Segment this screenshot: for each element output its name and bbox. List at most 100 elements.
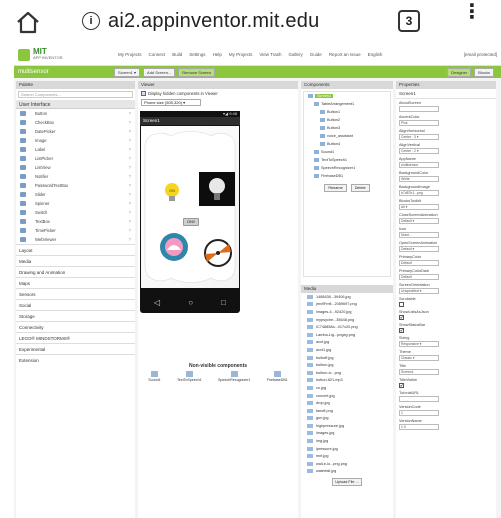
- palette-item[interactable]: TextBox?: [16, 217, 135, 226]
- component-tree-item[interactable]: Button1: [304, 108, 390, 116]
- address-bar[interactable]: i ai2.appinventor.mit.edu: [82, 4, 382, 38]
- nav-gallery[interactable]: Gallery: [289, 52, 303, 57]
- help-icon[interactable]: ?: [129, 165, 131, 170]
- mit-app-inventor-logo[interactable]: MIT APP INVENTOR: [14, 47, 118, 61]
- bulb-off-image[interactable]: [199, 172, 235, 206]
- palette-item[interactable]: Image?: [16, 136, 135, 145]
- palette-category[interactable]: Connectivity: [16, 321, 135, 332]
- nav-connect[interactable]: Connect: [149, 52, 166, 57]
- media-file[interactable]: acct1.jpg: [301, 346, 393, 354]
- property-value[interactable]: Classic ▾: [399, 355, 439, 361]
- media-file[interactable]: mnt.jpg: [301, 452, 393, 460]
- palette-category[interactable]: LEGO® MINDSTORMS®: [16, 332, 135, 343]
- palette-item[interactable]: PasswordTextBox?: [16, 181, 135, 190]
- nav-report-issue[interactable]: Report an Issue: [329, 52, 361, 57]
- property-checkbox[interactable]: [399, 302, 404, 307]
- help-icon[interactable]: ?: [129, 111, 131, 116]
- delete-button[interactable]: Delete: [350, 184, 370, 192]
- property-value[interactable]: b7d87b1...png: [399, 190, 439, 196]
- nav-settings[interactable]: Settings: [189, 52, 205, 57]
- property-value[interactable]: 1: [399, 410, 439, 416]
- nav-my-projects[interactable]: My Projects: [118, 52, 142, 57]
- media-file[interactable]: 1488438...39406.jpg: [301, 293, 393, 301]
- home-icon[interactable]: [14, 8, 42, 36]
- help-icon[interactable]: ?: [129, 237, 131, 242]
- palette-item[interactable]: Switch?: [16, 208, 135, 217]
- blocks-button[interactable]: Blocks: [474, 67, 494, 77]
- property-value[interactable]: Responsive ▾: [399, 341, 439, 347]
- upload-file-button[interactable]: Upload File ...: [332, 478, 362, 487]
- property-value[interactable]: Center : 3 ▾: [399, 134, 439, 140]
- help-icon[interactable]: ?: [129, 219, 131, 224]
- nav-language[interactable]: English: [368, 52, 383, 57]
- palette-category[interactable]: Drawing and Animation: [16, 266, 135, 277]
- property-value[interactable]: 1.0: [399, 424, 439, 430]
- palette-item[interactable]: ListPicker?: [16, 154, 135, 163]
- palette-category[interactable]: Layout: [16, 244, 135, 255]
- component-tree-item[interactable]: Button4: [304, 140, 390, 148]
- palette-item[interactable]: Label?: [16, 145, 135, 154]
- media-file[interactable]: Lamba-Lig...pngeg.png: [301, 331, 393, 339]
- media-file[interactable]: img.jpg: [301, 437, 393, 445]
- property-value[interactable]: All ▾: [399, 204, 439, 210]
- palette-item[interactable]: Spinner?: [16, 199, 135, 208]
- rename-button[interactable]: Rename: [324, 184, 347, 192]
- component-tree-item[interactable]: Button3: [304, 124, 390, 132]
- palette-item[interactable]: CheckBox?: [16, 118, 135, 127]
- nonvisible-texttospeech[interactable]: TextToSpeech1: [177, 371, 202, 382]
- help-icon[interactable]: ?: [129, 120, 131, 125]
- property-value[interactable]: Pink: [399, 120, 439, 126]
- screen-button[interactable]: ON!!: [183, 218, 199, 226]
- component-tree-item[interactable]: Sound1: [304, 148, 390, 156]
- property-value[interactable]: [399, 106, 439, 112]
- palette-item[interactable]: DatePicker?: [16, 127, 135, 136]
- help-icon[interactable]: ?: [129, 138, 131, 143]
- media-file[interactable]: cn.jpg: [301, 384, 393, 392]
- component-tree-item[interactable]: FirebaseDB1: [304, 172, 390, 180]
- media-file[interactable]: fanoff.png: [301, 407, 393, 415]
- property-value[interactable]: Default ▾: [399, 246, 439, 252]
- fan-image[interactable]: [203, 238, 233, 268]
- palette-item[interactable]: Slider?: [16, 190, 135, 199]
- media-file[interactable]: lpressure.jpg: [301, 445, 393, 453]
- back-key-icon[interactable]: ◁: [154, 298, 160, 307]
- help-icon[interactable]: ?: [129, 192, 131, 197]
- property-checkbox[interactable]: ✔: [399, 383, 404, 388]
- nonvisible-speechrecognizer[interactable]: SpeechRecognizer1: [218, 371, 250, 382]
- palette-item[interactable]: Notifier?: [16, 172, 135, 181]
- palette-item[interactable]: Button?: [16, 109, 135, 118]
- property-checkbox[interactable]: ✔: [399, 328, 404, 333]
- help-icon[interactable]: ?: [129, 147, 131, 152]
- property-value[interactable]: [399, 396, 439, 402]
- help-icon[interactable]: ?: [129, 210, 131, 215]
- palette-category[interactable]: Sensors: [16, 288, 135, 299]
- component-tree-item[interactable]: Button2: [304, 116, 390, 124]
- media-file[interactable]: waterfall.jpg: [301, 468, 393, 476]
- media-file[interactable]: images.jpg: [301, 430, 393, 438]
- component-tree-item[interactable]: Screen1: [304, 92, 390, 100]
- bulb-on-image[interactable]: ON: [157, 180, 187, 204]
- property-value[interactable]: Screen1: [399, 369, 439, 375]
- nav-build[interactable]: Build: [172, 52, 182, 57]
- property-value[interactable]: None...: [399, 232, 439, 238]
- property-value[interactable]: Default ▾: [399, 218, 439, 224]
- media-file[interactable]: bulboff.jpg: [301, 354, 393, 362]
- media-file[interactable]: concert.jpg: [301, 392, 393, 400]
- info-icon[interactable]: i: [82, 12, 100, 30]
- component-tree-item[interactable]: TableArrangement1: [304, 100, 390, 108]
- property-value[interactable]: Unspecified ▾: [399, 288, 439, 294]
- property-checkbox[interactable]: ✔: [399, 315, 404, 320]
- phone-size-select[interactable]: Phone size (505,320) ▾: [141, 99, 201, 107]
- nonvisible-firebasedb[interactable]: FirebaseDB1: [267, 371, 288, 382]
- nav-my-projects-link[interactable]: My Projects: [229, 52, 253, 57]
- palette-category[interactable]: Extension: [16, 354, 135, 365]
- palette-category[interactable]: Storage: [16, 310, 135, 321]
- designer-button[interactable]: Designer: [447, 67, 472, 77]
- help-icon[interactable]: ?: [129, 156, 131, 161]
- media-file[interactable]: acct.jpg: [301, 339, 393, 347]
- media-file[interactable]: button-621.mp3: [301, 377, 393, 385]
- screen-select-button[interactable]: Screen1 ▾: [114, 67, 141, 77]
- palette-category[interactable]: Maps: [16, 277, 135, 288]
- media-file[interactable]: wall-e-lo...png.png: [301, 460, 393, 468]
- palette-category[interactable]: Experimental: [16, 343, 135, 354]
